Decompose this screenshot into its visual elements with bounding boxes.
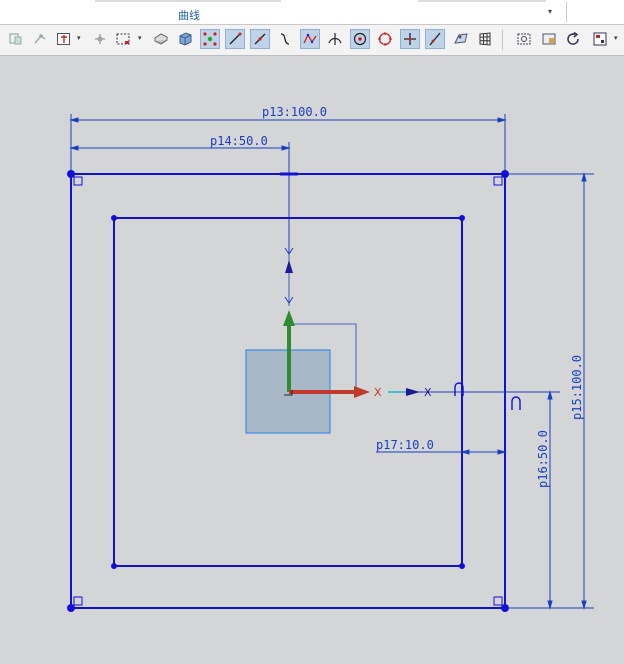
group-dropdown-icon[interactable]: ▾ — [548, 7, 552, 16]
z-arrow-icon — [285, 260, 293, 273]
dimension-label-p14[interactable]: p14:50.0 — [210, 134, 268, 148]
dimension-label-p16[interactable]: p16:50.0 — [536, 430, 550, 488]
circle-icon[interactable] — [375, 29, 395, 49]
corner-constraint-icon — [73, 176, 83, 186]
y-axis-arrow-icon — [283, 310, 295, 326]
image-window-icon[interactable] — [539, 29, 559, 49]
corner-constraint-icon — [493, 596, 503, 606]
refresh-icon[interactable] — [563, 29, 583, 49]
line-icon[interactable] — [225, 29, 245, 49]
datum-x-arrow-icon — [406, 388, 420, 396]
dropdown-icon[interactable]: ▾ — [138, 35, 144, 42]
snap-point-icon[interactable] — [200, 29, 220, 49]
corner-constraint-icon — [73, 596, 83, 606]
corner-constraint-icon — [493, 176, 503, 186]
ribbon-separator — [566, 2, 567, 22]
vertex-point[interactable] — [111, 215, 117, 221]
solid-view-icon[interactable] — [151, 29, 171, 49]
move-object-icon[interactable] — [90, 29, 110, 49]
dropdown-icon[interactable]: ▾ — [614, 35, 620, 42]
sketch-toolbar: ▾ ▾ ▾ — [0, 25, 624, 56]
view-capture-icon[interactable] — [514, 29, 534, 49]
dimension-label-p17[interactable]: p17:10.0 — [376, 438, 434, 452]
grid-icon[interactable] — [475, 29, 495, 49]
dimension-label-p15[interactable]: p15:100.0 — [570, 355, 584, 420]
box-select-icon[interactable] — [113, 29, 133, 49]
vertex-point[interactable] — [67, 170, 75, 178]
graphics-window[interactable]: p13:100.0 p14:50.0 p15:100.0 p16:50.0 p1… — [0, 56, 624, 659]
view-orient-icon[interactable] — [451, 29, 471, 49]
diagonal-icon[interactable] — [425, 29, 445, 49]
dimension-p14[interactable] — [69, 142, 291, 253]
perpendicular-icon[interactable] — [325, 29, 345, 49]
shaded-box-icon[interactable] — [175, 29, 195, 49]
tangent-constraint-icon — [511, 396, 521, 410]
vertex-point[interactable] — [459, 563, 465, 569]
display-mode-icon[interactable] — [590, 29, 610, 49]
vertex-point[interactable] — [501, 170, 509, 178]
ribbon-divider — [418, 0, 546, 2]
toolbar-separator — [502, 30, 503, 50]
ribbon-divider — [95, 0, 281, 2]
snap-icon[interactable] — [6, 29, 26, 49]
datum-x-label: X — [424, 386, 432, 399]
select-filter-icon[interactable] — [54, 29, 74, 49]
line-through-icon[interactable] — [250, 29, 270, 49]
vertex-point[interactable] — [459, 215, 465, 221]
snap-curve-icon[interactable] — [30, 29, 50, 49]
x-axis-label: X — [374, 386, 382, 399]
add-point-icon[interactable] — [400, 29, 420, 49]
sketch-canvas[interactable]: p13:100.0 p14:50.0 p15:100.0 p16:50.0 p1… — [0, 56, 624, 659]
dimension-p16[interactable] — [400, 390, 560, 610]
dimension-p13[interactable] — [69, 114, 507, 176]
spline-icon[interactable] — [300, 29, 320, 49]
curve-group-label[interactable]: 曲线 — [178, 7, 200, 23]
arc-icon[interactable] — [275, 29, 295, 49]
vertex-point[interactable] — [111, 563, 117, 569]
ribbon-group-bar: 曲线 ▾ — [0, 0, 624, 25]
vertex-point[interactable] — [501, 604, 509, 612]
dropdown-icon[interactable]: ▾ — [77, 35, 83, 42]
dimension-label-p13[interactable]: p13:100.0 — [262, 105, 327, 119]
vertex-point[interactable] — [67, 604, 75, 612]
x-axis-arrow-icon — [354, 386, 370, 398]
circle-center-icon[interactable] — [350, 29, 370, 49]
